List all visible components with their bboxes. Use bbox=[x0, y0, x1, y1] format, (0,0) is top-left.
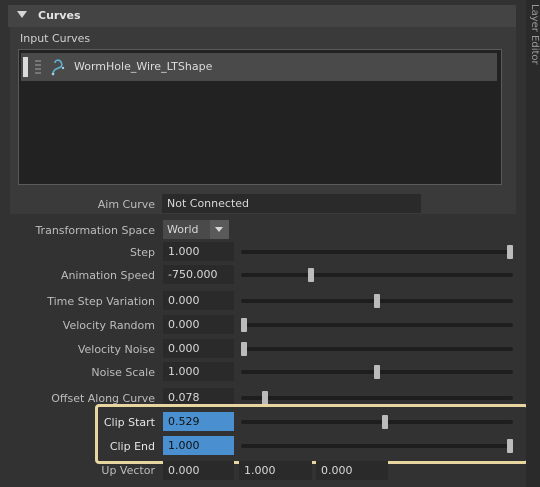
attribute-panel: Curves Input Curves WormHole_Wire_LTShap… bbox=[0, 0, 529, 487]
param-slider-handle[interactable] bbox=[374, 365, 380, 379]
nurbs-curve-icon bbox=[51, 59, 65, 76]
param-label: Velocity Noise bbox=[77, 343, 155, 356]
layer-editor-tab[interactable]: Layer Editor bbox=[526, 0, 540, 487]
param-value-field[interactable]: 1.000 bbox=[163, 362, 234, 381]
param-slider-handle[interactable] bbox=[241, 318, 247, 332]
collapse-triangle-icon[interactable] bbox=[17, 11, 27, 18]
selection-indicator bbox=[23, 57, 28, 77]
param-value-field[interactable]: 1.000 bbox=[163, 242, 234, 261]
curve-name: WormHole_Wire_LTShape bbox=[74, 60, 213, 73]
param-slider-handle[interactable] bbox=[262, 391, 268, 405]
param-slider-track[interactable] bbox=[241, 347, 513, 351]
list-item[interactable]: WormHole_Wire_LTShape bbox=[21, 53, 497, 81]
drag-handle-icon[interactable] bbox=[35, 60, 41, 76]
param-slider-track[interactable] bbox=[241, 323, 513, 327]
param-slider-handle[interactable] bbox=[241, 342, 247, 356]
input-curves-list[interactable]: WormHole_Wire_LTShape bbox=[18, 49, 502, 185]
transformation-space-dropdown[interactable]: World bbox=[163, 220, 229, 239]
transformation-space-value: World bbox=[167, 223, 199, 236]
param-value-field[interactable]: 0.000 bbox=[163, 315, 234, 334]
aim-curve-label: Aim Curve bbox=[97, 198, 155, 211]
param-slider-handle[interactable] bbox=[374, 294, 380, 308]
dropdown-button[interactable] bbox=[210, 220, 229, 239]
param-label: Step bbox=[129, 246, 155, 259]
param-label: Animation Speed bbox=[60, 269, 155, 282]
up-vector-x-field[interactable]: 0.000 bbox=[163, 461, 234, 480]
param-label: Velocity Random bbox=[62, 319, 155, 332]
up-vector-y-field[interactable]: 1.000 bbox=[239, 461, 312, 480]
layer-editor-label: Layer Editor bbox=[529, 4, 540, 65]
chevron-down-icon bbox=[215, 227, 223, 232]
transformation-space-label: Transformation Space bbox=[35, 224, 155, 237]
section-title: Curves bbox=[38, 9, 81, 22]
param-value-field[interactable]: 0.000 bbox=[163, 339, 234, 358]
param-slider-track[interactable] bbox=[241, 396, 513, 400]
param-value-field[interactable]: 0.000 bbox=[163, 291, 234, 310]
param-label: Noise Scale bbox=[91, 366, 155, 379]
param-slider-track[interactable] bbox=[241, 250, 513, 254]
param-slider-handle[interactable] bbox=[308, 268, 314, 282]
param-value-field[interactable]: -750.000 bbox=[163, 265, 234, 284]
input-curves-label: Input Curves bbox=[20, 32, 91, 45]
curves-section-header[interactable]: Curves bbox=[8, 5, 516, 27]
up-vector-z-field[interactable]: 0.000 bbox=[316, 461, 388, 480]
param-slider-handle[interactable] bbox=[507, 245, 513, 259]
up-vector-label: Up Vector bbox=[101, 464, 155, 477]
clip-highlight-box bbox=[95, 404, 529, 464]
aim-curve-field[interactable]: Not Connected bbox=[162, 194, 421, 213]
param-slider-track[interactable] bbox=[241, 273, 513, 277]
param-label: Time Step Variation bbox=[47, 295, 155, 308]
